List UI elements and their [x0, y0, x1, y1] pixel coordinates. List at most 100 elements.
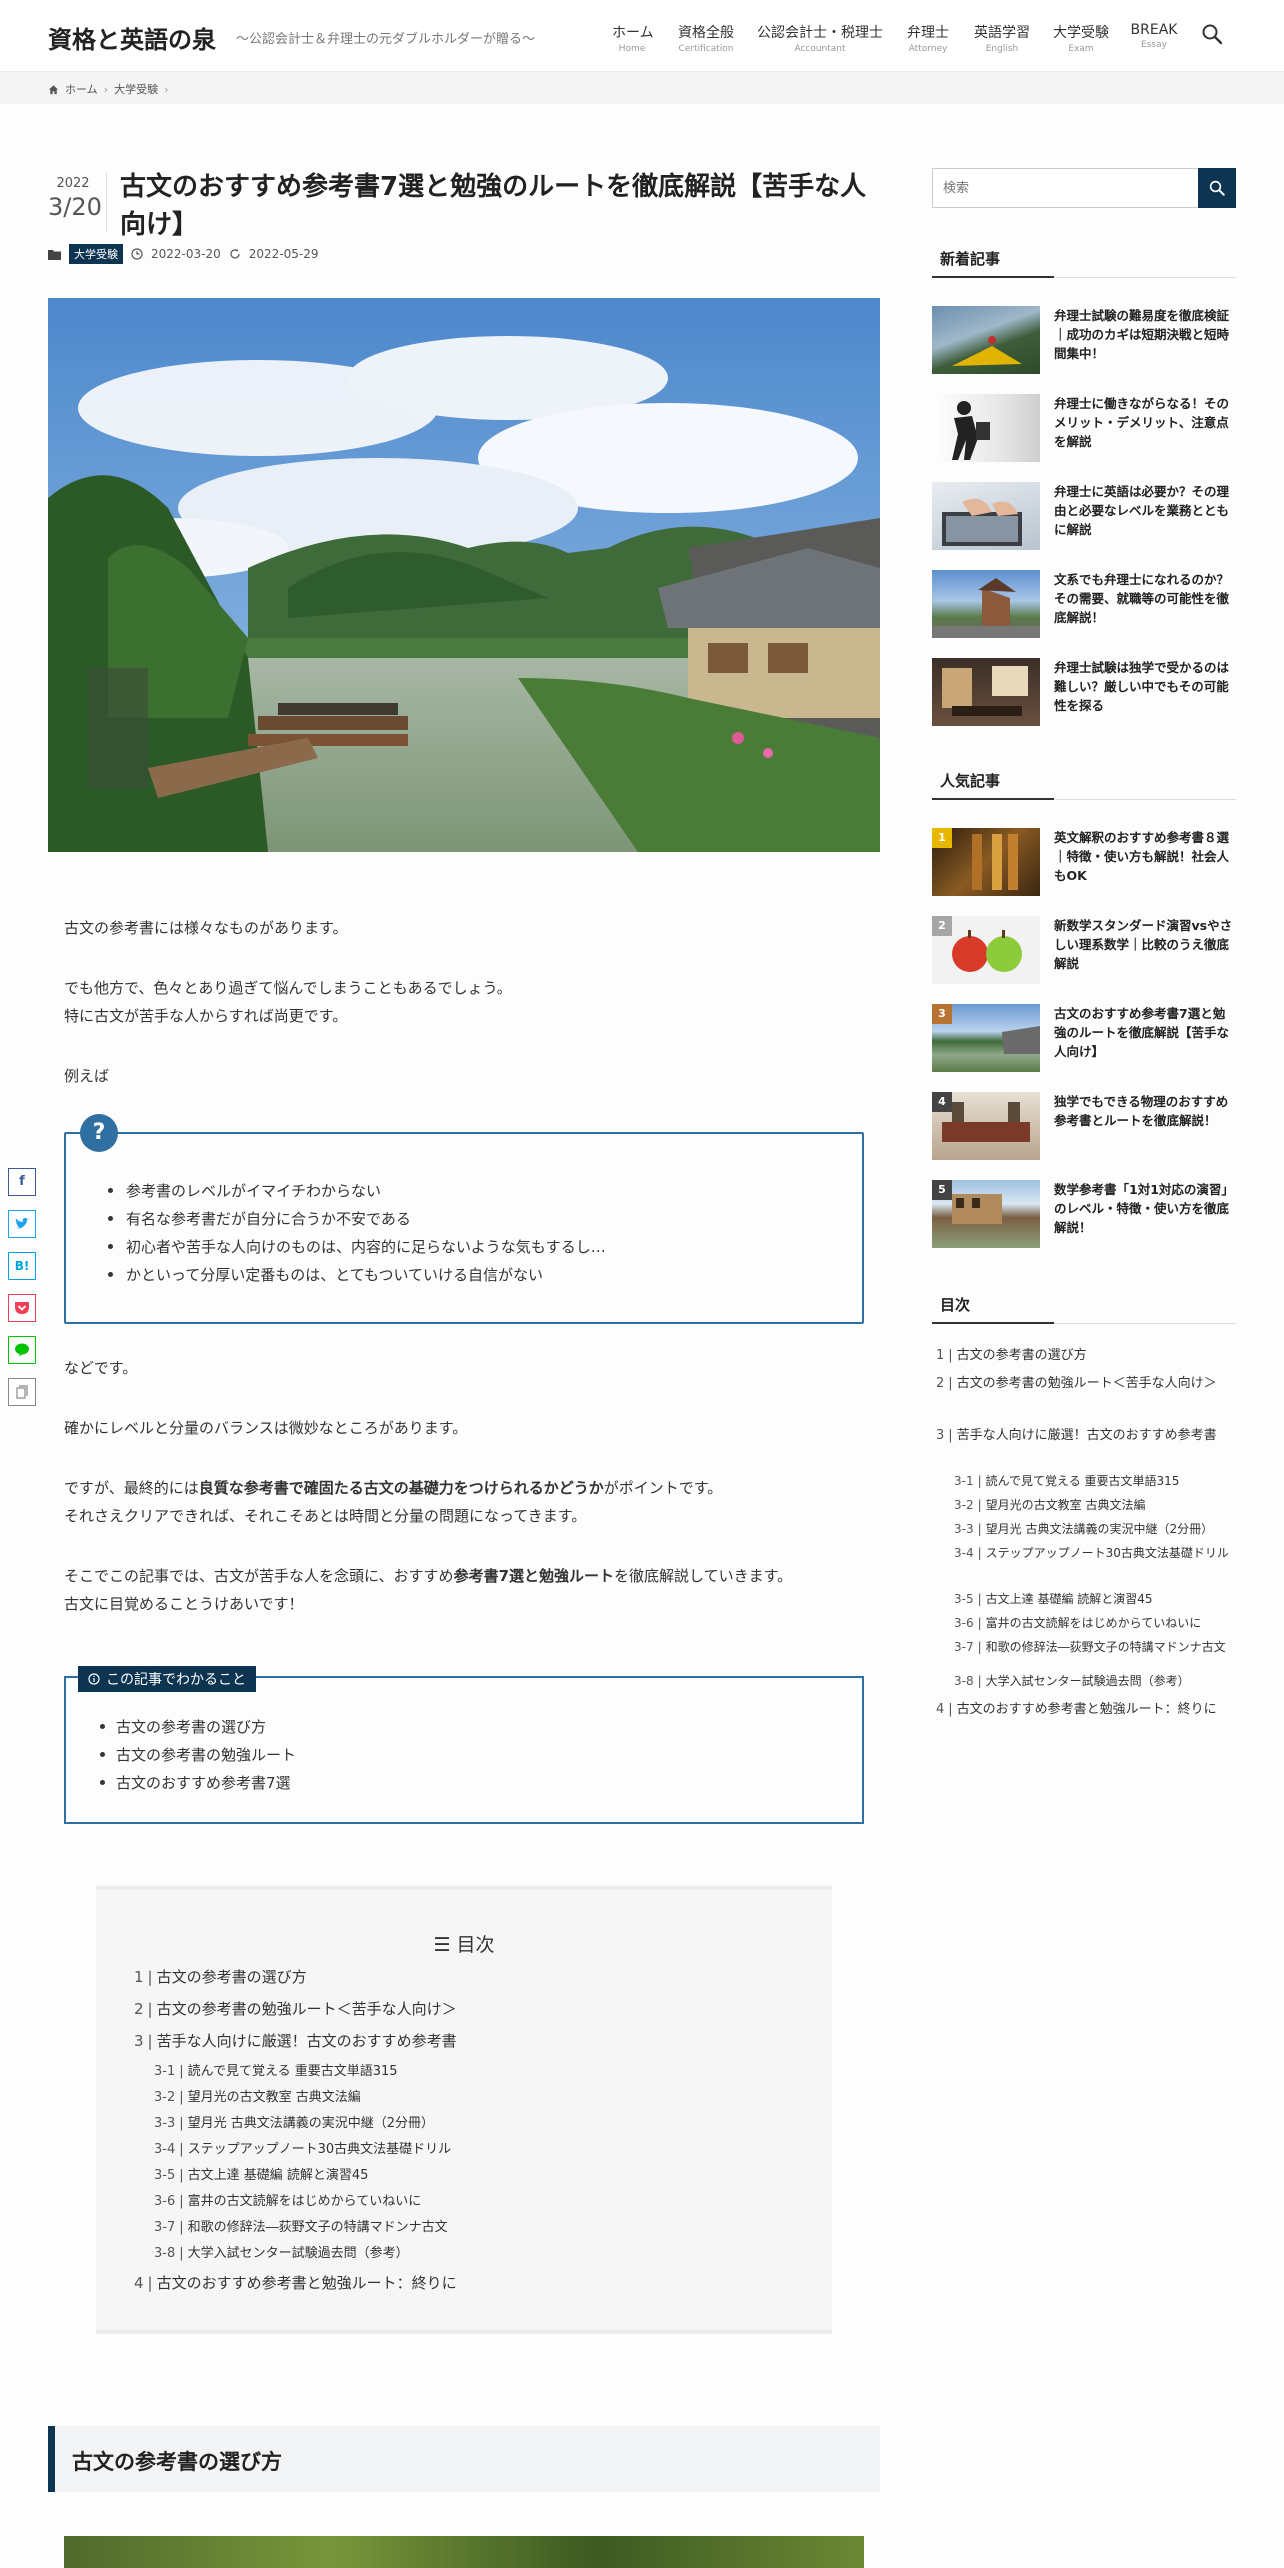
toc-label: 読んで見て覚える 重要古文単語315	[187, 2064, 398, 2079]
breadcrumb-category[interactable]: 大学受験	[114, 81, 158, 97]
sidebar-toc-subitem[interactable]: 3-7 | 和歌の修辞法―荻野文子の特講マドンナ古文	[954, 1638, 1232, 1657]
pocket-share-button[interactable]	[8, 1294, 36, 1322]
copy-link-button[interactable]	[8, 1378, 36, 1406]
new-post-item[interactable]: 弁理士に英語は必要か？その理由と必要なレベルを業務とともに解説	[932, 482, 1236, 550]
bold-text: 参考書7選と勉強ルート	[453, 1567, 615, 1585]
toc-label: ステップアップノート30古典文法基礎ドリル	[985, 1546, 1229, 1560]
nav-exam[interactable]: 大学受験 Exam	[1050, 22, 1112, 56]
sidebar-toc-subitem[interactable]: 3-8 | 大学入試センター試験過去問（参考）	[954, 1672, 1232, 1691]
toc-item[interactable]: 1 | 古文の参考書の選び方	[134, 1966, 307, 1987]
paragraph: そこでこの記事では、古文が苦手な人を念頭に、おすすめ参考書7選と勉強ルートを徹底…	[64, 1562, 792, 1590]
toc-label: 古文上達 基礎編 読解と演習45	[187, 2168, 369, 2183]
post-meta: 大学受験 2022-03-20 2022-05-29	[48, 244, 319, 264]
divider	[106, 172, 107, 232]
paragraph: 古文の参考書には様々なものがあります。	[64, 919, 348, 937]
toc-subitem[interactable]: 3-7 | 和歌の修辞法―荻野文子の特講マドンナ古文	[154, 2216, 448, 2235]
popular-post-item[interactable]: 3 古文のおすすめ参考書7選と勉強のルートを徹底解説【苦手な人向け】	[932, 1004, 1236, 1072]
toc-number: 3-4	[154, 2142, 176, 2157]
popular-post-item[interactable]: 4 独学でもできる物理のおすすめ参考書とルートを徹底解説！	[932, 1092, 1236, 1160]
hatena-share-button[interactable]: B!	[8, 1252, 36, 1280]
sidebar-toc-subitem[interactable]: 3-2 | 望月光の古文教室 古典文法編	[954, 1496, 1232, 1515]
toc-label: 苦手な人向けに厳選！古文のおすすめ参考書	[156, 2032, 457, 2050]
toc-number: 3-1	[154, 2064, 176, 2079]
nav-label: 公認会計士・税理士	[757, 25, 883, 41]
heading-text: 新着記事	[940, 250, 1001, 268]
toc-title-text: 目次	[456, 1934, 495, 1956]
toc-number: 2	[134, 2000, 144, 2018]
toc-subitem[interactable]: 3-3 | 望月光 古典文法講義の実況中継（2分冊）	[154, 2112, 434, 2131]
nav-break[interactable]: BREAK Essay	[1128, 22, 1180, 56]
toc-number: 3-2	[154, 2090, 176, 2105]
toc-subitem[interactable]: 3-1 | 読んで見て覚える 重要古文単語315	[154, 2060, 398, 2079]
pocket-icon	[15, 1302, 29, 1314]
sidebar-toc-subitem[interactable]: 3-5 | 古文上達 基礎編 読解と演習45	[954, 1590, 1232, 1609]
toc-label: 望月光の古文教室 古典文法編	[985, 1498, 1146, 1512]
popular-post-item[interactable]: 1 英文解釈のおすすめ参考書８選｜特徴・使い方も解説！社会人もOK	[932, 828, 1236, 896]
list-item: 初心者や苦手な人向けのものは、内容的に足らないような気もするし…	[108, 1238, 606, 1256]
table-of-contents: ☰ 目次 1 | 古文の参考書の選び方 2 | 古文の参考書の勉強ルート＜苦手な人向け＞…	[96, 1886, 832, 2334]
search-icon[interactable]	[1200, 22, 1224, 46]
new-post-item[interactable]: 弁理士試験の難易度を徹底検証｜成功のカギは短期決戦と短時間集中！	[932, 306, 1236, 374]
sidebar-toc-subitem[interactable]: 3-1 | 読んで見て覚える 重要古文単語315	[954, 1472, 1232, 1491]
list-item: 古文のおすすめ参考書7選	[100, 1774, 291, 1792]
post-title: 弁理士に英語は必要か？その理由と必要なレベルを業務とともに解説	[1054, 484, 1230, 537]
rank-badge: 4	[932, 1092, 952, 1112]
nav-english[interactable]: 英語学習 English	[970, 22, 1034, 56]
new-post-item[interactable]: 弁理士に働きながらなる！そのメリット・デメリット、注意点を解説	[932, 394, 1236, 462]
category-badge[interactable]: 大学受験	[69, 244, 123, 264]
nav-sublabel: Home	[618, 44, 646, 54]
toc-label: 読んで見て覚える 重要古文単語315	[985, 1474, 1180, 1488]
sidebar-heading-popular: 人気記事	[932, 770, 1236, 800]
sidebar-toc-item[interactable]: 4 | 古文のおすすめ参考書と勉強ルート：終りに	[936, 1700, 1232, 1720]
sidebar-toc-item[interactable]: 1 | 古文の参考書の選び方	[936, 1346, 1232, 1366]
toc-item[interactable]: 4 | 古文のおすすめ参考書と勉強ルート：終りに	[134, 2272, 457, 2293]
toc-label: 古文の参考書の選び方	[956, 1348, 1087, 1363]
facebook-share-button[interactable]: f	[8, 1168, 36, 1196]
toc-label: 富井の古文読解をはじめからていねいに	[985, 1616, 1202, 1630]
toc-number: 3	[134, 2032, 144, 2050]
toc-number: 2	[936, 1376, 945, 1391]
list-item: 有名な参考書だが自分に合うか不安である	[108, 1210, 411, 1228]
new-post-item[interactable]: 弁理士試験は独学で受かるのは難しい？厳しい中でもその可能性を探る	[932, 658, 1236, 726]
paragraph: などです。	[64, 1359, 138, 1377]
popular-post-item[interactable]: 5 数学参考書「1対1対応の演習」のレベル・特徴・使い方を徹底解説！	[932, 1180, 1236, 1248]
nav-home[interactable]: ホーム Home	[612, 22, 654, 56]
toc-subitem[interactable]: 3-8 | 大学入試センター試験過去問（参考）	[154, 2242, 409, 2261]
sidebar-toc-subitem[interactable]: 3-4 | ステップアップノート30古典文法基礎ドリル	[954, 1544, 1232, 1563]
toc-item[interactable]: 2 | 古文の参考書の勉強ルート＜苦手な人向け＞	[134, 1998, 457, 2019]
search-button[interactable]	[1198, 168, 1236, 208]
site-title[interactable]: 資格と英語の泉	[48, 20, 216, 55]
breadcrumb-home[interactable]: ホーム	[65, 81, 98, 97]
twitter-share-button[interactable]	[8, 1210, 36, 1238]
toc-label: 望月光の古文教室 古典文法編	[187, 2090, 361, 2105]
post-title: 独学でもできる物理のおすすめ参考書とルートを徹底解説！	[1054, 1094, 1229, 1128]
sidebar-toc-item[interactable]: 2 | 古文の参考書の勉強ルート＜苦手な人向け＞	[936, 1374, 1232, 1394]
list-item: 古文の参考書の選び方	[99, 1718, 267, 1736]
nav-attorney[interactable]: 弁理士 Attorney	[904, 22, 952, 56]
nav-certification[interactable]: 資格全般 Certification	[676, 22, 736, 56]
new-post-item[interactable]: 文系でも弁理士になれるのか？その需要、就職等の可能性を徹底解説！	[932, 570, 1236, 638]
toc-item[interactable]: 3 | 苦手な人向けに厳選！古文のおすすめ参考書	[134, 2030, 457, 2051]
info-icon	[88, 1673, 100, 1685]
toc-subitem[interactable]: 3-6 | 富井の古文読解をはじめからていねいに	[154, 2190, 421, 2209]
toc-subitem[interactable]: 3-4 | ステップアップノート30古典文法基礎ドリル	[154, 2138, 451, 2157]
rank-badge: 5	[932, 1180, 952, 1200]
nav-sublabel: Certification	[678, 44, 734, 54]
nav-accountant[interactable]: 公認会計士・税理士 Accountant	[756, 22, 884, 56]
toc-number: 3-1	[954, 1474, 974, 1488]
line-share-button[interactable]	[8, 1336, 36, 1364]
list-icon: ☰	[433, 1934, 451, 1956]
paragraph: 特に古文が苦手な人からすれば尚更です。	[64, 1007, 348, 1025]
line-icon	[15, 1343, 29, 1357]
toc-subitem[interactable]: 3-2 | 望月光の古文教室 古典文法編	[154, 2086, 361, 2105]
popular-post-item[interactable]: 2 新数学スタンダード演習vsやさしい理系数学｜比較のうえ徹底解説	[932, 916, 1236, 984]
sidebar-toc-subitem[interactable]: 3-3 | 望月光 古典文法講義の実況中継（2分冊）	[954, 1520, 1232, 1539]
post-title: 英文解釈のおすすめ参考書８選｜特徴・使い方も解説！社会人もOK	[1054, 830, 1230, 883]
toc-number: 1	[134, 1968, 144, 1986]
list-item: 参考書のレベルがイマイチわからない	[107, 1182, 382, 1200]
summary-box-title: この記事でわかること	[78, 1666, 256, 1692]
search-input[interactable]	[932, 168, 1198, 208]
sidebar-toc-subitem[interactable]: 3-6 | 富井の古文読解をはじめからていねいに	[954, 1614, 1232, 1633]
toc-subitem[interactable]: 3-5 | 古文上達 基礎編 読解と演習45	[154, 2164, 368, 2183]
sidebar-toc-item[interactable]: 3 | 苦手な人向けに厳選！古文のおすすめ参考書	[936, 1426, 1232, 1446]
